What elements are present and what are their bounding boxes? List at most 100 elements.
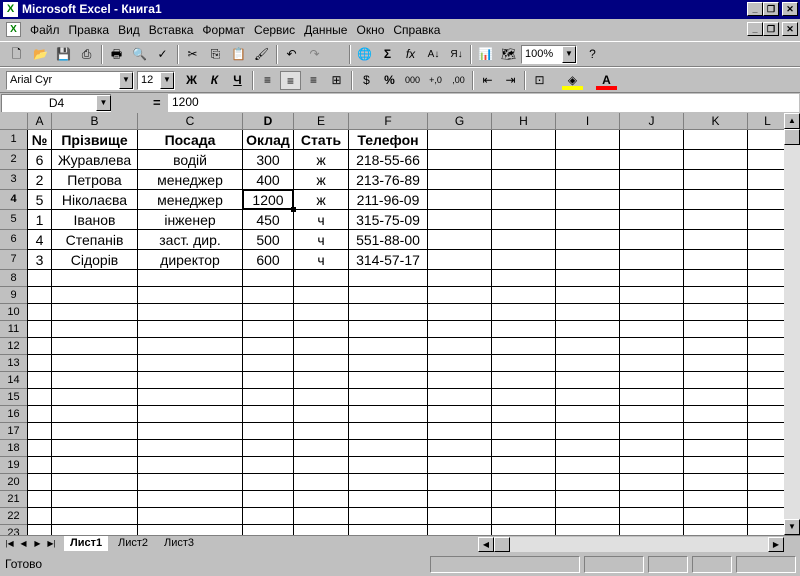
table-cell[interactable]: 315-75-09 — [349, 210, 427, 229]
align-right-icon[interactable]: ≡ — [303, 71, 324, 90]
format-check-icon[interactable]: ✓ — [152, 45, 173, 64]
chevron-down-icon[interactable]: ▼ — [562, 46, 576, 63]
thousands-button[interactable]: 000 — [402, 71, 423, 90]
spelling-icon[interactable]: 🔍 — [129, 45, 150, 64]
table-cell[interactable]: Сідорів — [52, 250, 137, 269]
doc-restore-button[interactable]: ❐ — [763, 22, 779, 36]
chevron-down-icon[interactable]: ▼ — [119, 72, 133, 89]
row-header[interactable]: 15 — [0, 389, 28, 406]
row-header[interactable]: 3 — [0, 170, 28, 190]
copy-icon[interactable]: ⎘ — [205, 45, 226, 64]
menu-item[interactable]: Вид — [118, 23, 140, 37]
horizontal-scroll-thumb[interactable] — [494, 537, 510, 552]
header-cell[interactable]: Стать — [294, 130, 348, 149]
increase-indent-icon[interactable]: ⇥ — [500, 71, 521, 90]
select-all-corner[interactable] — [0, 113, 28, 130]
column-header[interactable]: H — [492, 113, 556, 130]
format-painter-icon[interactable]: 🖌 — [251, 45, 272, 64]
table-cell[interactable]: Петрова — [52, 170, 137, 189]
table-cell[interactable]: 600 — [243, 250, 293, 269]
cut-icon[interactable]: ✂ — [182, 45, 203, 64]
table-cell[interactable]: 6 — [28, 150, 51, 169]
table-cell[interactable]: Степанів — [52, 230, 137, 249]
sheet-tab-3[interactable]: Лист3 — [158, 536, 200, 551]
table-cell[interactable]: 1 — [28, 210, 51, 229]
redo-icon[interactable]: ↷ — [304, 45, 325, 64]
table-cell[interactable]: директор — [138, 250, 242, 269]
row-header[interactable]: 4 — [0, 190, 28, 210]
row-header[interactable]: 5 — [0, 210, 28, 230]
header-cell[interactable]: Телефон — [349, 130, 427, 149]
doc-minimize-button[interactable]: _ — [747, 22, 763, 36]
row-header[interactable]: 11 — [0, 321, 28, 338]
table-cell[interactable]: 213-76-89 — [349, 170, 427, 189]
decrease-indent-icon[interactable]: ⇤ — [477, 71, 498, 90]
table-cell[interactable]: 314-57-17 — [349, 250, 427, 269]
prev-sheet-icon[interactable]: ◀ — [17, 537, 30, 551]
scroll-right-icon[interactable]: ▶ — [768, 537, 784, 552]
excel-icon[interactable]: X — [3, 2, 18, 17]
menu-item[interactable]: Формат — [202, 23, 245, 37]
zoom-select[interactable]: 100% ▼ — [521, 45, 577, 64]
column-header[interactable]: I — [556, 113, 620, 130]
column-header[interactable]: L — [748, 113, 788, 130]
table-cell[interactable]: інженер — [138, 210, 242, 229]
name-box[interactable]: D4 ▼ — [1, 94, 111, 112]
borders-icon[interactable]: ⊡ — [529, 71, 550, 90]
horizontal-scrollbar[interactable]: ◀ ▶ — [478, 537, 784, 552]
column-header[interactable]: E — [294, 113, 349, 130]
new-icon[interactable]: 🗋 — [6, 45, 27, 64]
decrease-decimal-button[interactable]: ,00 — [448, 71, 469, 90]
row-header[interactable]: 21 — [0, 491, 28, 508]
menu-item[interactable]: Сервис — [254, 23, 295, 37]
table-cell[interactable]: 400 — [243, 170, 293, 189]
table-cell[interactable]: ж — [294, 170, 348, 189]
chart-wizard-icon[interactable]: 📊 — [475, 45, 496, 64]
autosum-icon[interactable]: Σ — [377, 45, 398, 64]
workbook-icon[interactable]: X — [6, 22, 21, 37]
function-icon[interactable]: fx — [400, 45, 421, 64]
row-header[interactable]: 12 — [0, 338, 28, 355]
table-cell[interactable]: Іванов — [52, 210, 137, 229]
worksheet-grid[interactable]: A B C D E F G H I J K L 1 2 3 4 5 6 7 8 9 10 11 12 13 14 15 16 17 18 1… — [0, 113, 800, 535]
font-name-select[interactable]: Arial Cyr ▼ — [6, 71, 134, 90]
fill-handle[interactable] — [291, 207, 296, 212]
align-center-icon[interactable]: ≡ — [280, 71, 301, 90]
row-header[interactable]: 16 — [0, 406, 28, 423]
row-header[interactable]: 6 — [0, 230, 28, 250]
table-cell[interactable]: 551-88-00 — [349, 230, 427, 249]
map-icon[interactable]: 🗺 — [498, 45, 519, 64]
equals-sign[interactable]: = — [153, 95, 161, 110]
row-header[interactable]: 9 — [0, 287, 28, 304]
table-cell[interactable]: Ніколаєва — [52, 190, 137, 209]
table-cell[interactable]: 5 — [28, 190, 51, 209]
row-header[interactable]: 14 — [0, 372, 28, 389]
column-header[interactable]: A — [28, 113, 52, 130]
help-icon[interactable]: ? — [582, 45, 603, 64]
minimize-button[interactable]: _ — [747, 2, 763, 16]
table-cell[interactable]: ж — [294, 190, 348, 209]
table-cell[interactable]: 2 — [28, 170, 51, 189]
row-header[interactable]: 13 — [0, 355, 28, 372]
vertical-scrollbar[interactable]: ▲ ▼ — [784, 113, 800, 535]
scroll-left-icon[interactable]: ◀ — [478, 537, 494, 552]
column-header[interactable]: G — [428, 113, 492, 130]
table-cell[interactable]: ч — [294, 250, 348, 269]
table-cell[interactable]: 4 — [28, 230, 51, 249]
table-cell[interactable]: 450 — [243, 210, 293, 229]
row-header[interactable]: 23 — [0, 525, 28, 535]
table-cell[interactable]: менеджер — [138, 190, 242, 209]
column-header[interactable]: K — [684, 113, 748, 130]
merge-center-icon[interactable]: ⊞ — [326, 71, 347, 90]
increase-decimal-button[interactable]: +,0 — [425, 71, 446, 90]
header-cell[interactable]: Оклад — [243, 130, 293, 149]
menu-item[interactable]: Правка — [69, 23, 110, 37]
column-header[interactable]: D — [243, 113, 294, 130]
table-cell[interactable]: заст. дир. — [138, 230, 242, 249]
restore-button[interactable]: ❐ — [763, 2, 779, 16]
fill-color-icon[interactable]: ◈ — [562, 71, 583, 90]
row-header[interactable]: 7 — [0, 250, 28, 270]
row-header[interactable]: 22 — [0, 508, 28, 525]
first-sheet-icon[interactable]: |◀ — [3, 537, 16, 551]
table-cell[interactable]: 500 — [243, 230, 293, 249]
